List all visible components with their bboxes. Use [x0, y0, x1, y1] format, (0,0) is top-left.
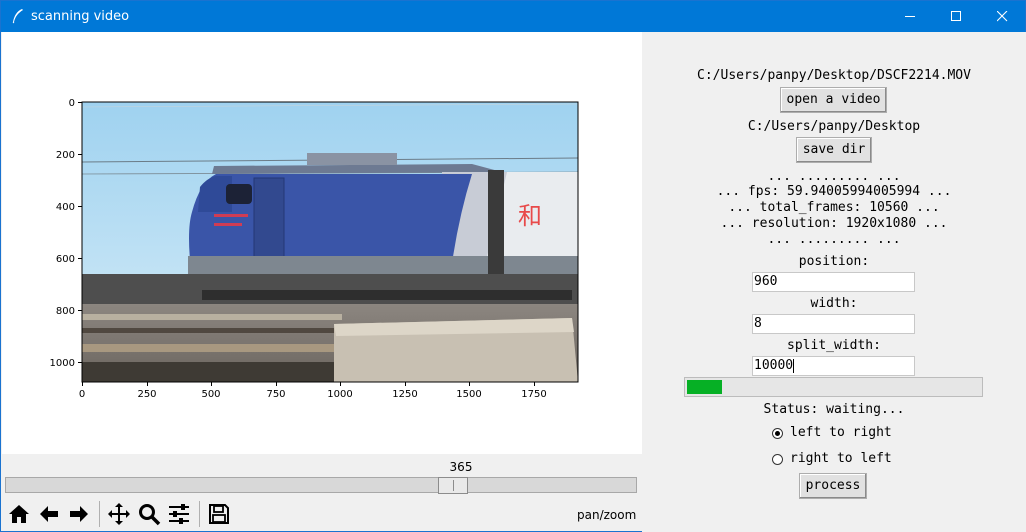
toolbar-separator	[199, 501, 200, 527]
progress-bar	[684, 377, 983, 397]
info-separator-bottom: ... ......... ...	[767, 232, 901, 247]
x-tick-label: 1750	[521, 389, 546, 400]
radio-left-to-right-label[interactable]: left to right	[790, 425, 892, 440]
fps-info: ... fps: 59.94005994005994 ...	[716, 184, 952, 199]
position-label: position:	[798, 254, 870, 269]
split-width-input[interactable]: 10000	[752, 356, 915, 376]
x-tick-label: 0	[79, 389, 85, 400]
x-tick-label: 250	[137, 389, 156, 400]
home-button[interactable]	[5, 499, 33, 529]
x-tick-label: 1000	[327, 389, 352, 400]
pan-button[interactable]	[105, 499, 133, 529]
y-tick-label: 0	[69, 98, 75, 109]
minimize-icon	[905, 16, 915, 17]
resolution-info: ... resolution: 1920x1080 ...	[720, 216, 948, 231]
process-button[interactable]: process	[799, 473, 867, 499]
y-tick-label: 600	[56, 254, 75, 265]
frame-slider[interactable]	[5, 477, 637, 493]
maximize-button[interactable]	[934, 1, 980, 32]
info-separator-top: ... ......... ...	[767, 169, 901, 184]
radio-right-to-left[interactable]	[772, 454, 783, 465]
slider-handle[interactable]	[438, 477, 468, 494]
x-tick-label: 750	[266, 389, 285, 400]
split-width-label: split_width:	[787, 338, 881, 353]
zoom-button[interactable]	[135, 499, 163, 529]
y-tick-label: 200	[56, 150, 75, 161]
status-label: Status: waiting...	[763, 402, 905, 417]
forward-button[interactable]	[65, 499, 93, 529]
open-video-button[interactable]: open a video	[780, 87, 887, 113]
slider-value: 365	[449, 460, 473, 474]
back-button[interactable]	[35, 499, 63, 529]
maximize-icon	[951, 11, 961, 21]
save-icon	[209, 504, 229, 524]
close-icon	[997, 11, 1008, 22]
window-title: scanning video	[31, 9, 130, 24]
y-tick-label: 800	[56, 306, 75, 317]
video-path-label: C:/Users/panpy/Desktop/DSCF2214.MOV	[697, 68, 971, 83]
back-arrow-icon	[40, 506, 58, 522]
forward-arrow-icon	[70, 506, 88, 522]
toolbar-status: pan/zoom	[577, 508, 637, 522]
control-panel: C:/Users/panpy/Desktop/DSCF2214.MOV open…	[642, 32, 1026, 532]
radio-left-to-right[interactable]	[772, 428, 783, 439]
width-input[interactable]: 8	[752, 314, 915, 334]
video-frame-plot[interactable]: 和 0 200 400 600 800 1000 0 250 500 750 1…	[2, 32, 642, 454]
total-frames-info: ... total_frames: 10560 ...	[728, 200, 940, 215]
zoom-icon	[139, 504, 161, 526]
figure-canvas[interactable]: 和 0 200 400 600 800 1000 0 250 500 750 1…	[2, 32, 642, 454]
x-tick-label: 500	[201, 389, 220, 400]
radio-right-to-left-label[interactable]: right to left	[790, 451, 892, 466]
pan-icon	[108, 503, 130, 525]
x-axis: 0 250 500 750 1000 1250 1500 1750	[79, 382, 547, 400]
configure-subplots-icon	[169, 504, 189, 524]
position-input[interactable]: 960	[752, 272, 915, 292]
title-bar[interactable]: scanning video	[1, 1, 1025, 32]
x-tick-label: 1500	[456, 389, 481, 400]
y-tick-label: 400	[56, 202, 75, 213]
app-window: scanning video 和 0 200 400 600 800 1000 …	[0, 0, 1026, 532]
home-icon	[9, 505, 29, 523]
minimize-button[interactable]	[888, 1, 934, 32]
save-dir-path-label: C:/Users/panpy/Desktop	[747, 119, 921, 134]
progress-fill	[687, 380, 722, 394]
width-label: width:	[810, 296, 858, 311]
save-dir-button[interactable]: save dir	[796, 137, 872, 163]
feather-icon	[11, 8, 25, 24]
y-tick-label: 1000	[50, 358, 75, 369]
text-caret	[793, 358, 795, 373]
split-width-value: 10000	[754, 358, 794, 373]
save-figure-button[interactable]	[205, 499, 233, 529]
train-logo-text: 和	[518, 202, 542, 230]
video-frame-image: 和	[81, 102, 579, 382]
configure-subplots-button[interactable]	[165, 499, 193, 529]
toolbar-separator	[99, 501, 100, 527]
close-button[interactable]	[980, 1, 1026, 32]
x-tick-label: 1250	[392, 389, 417, 400]
y-axis: 0 200 400 600 800 1000	[50, 98, 82, 369]
